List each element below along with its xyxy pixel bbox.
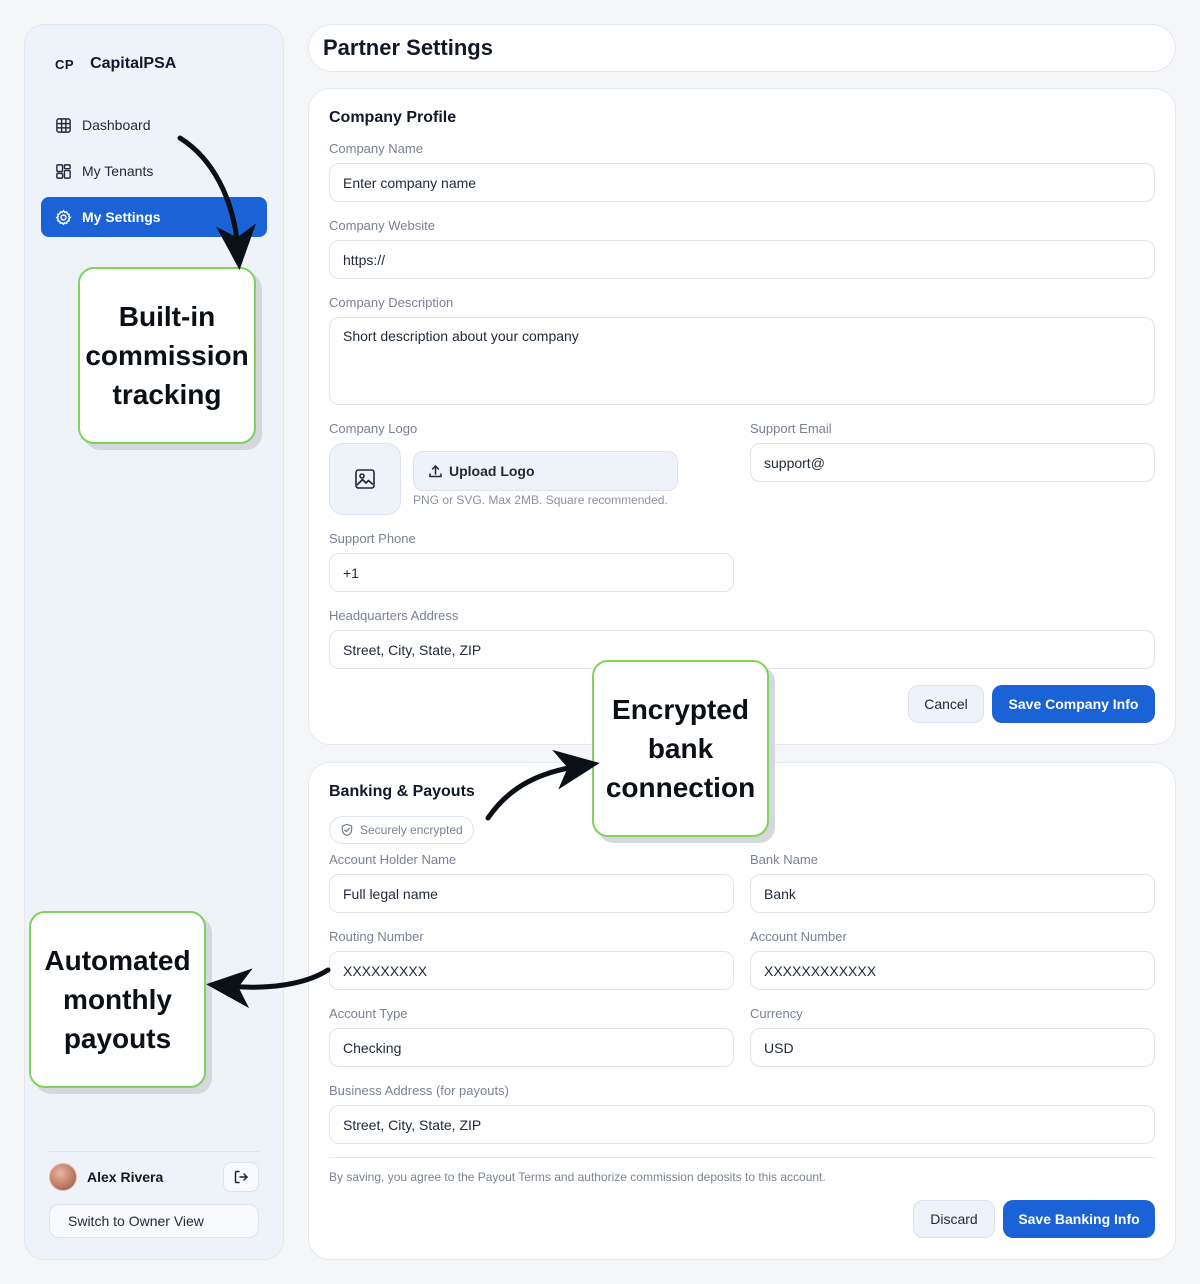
company-profile-card: Company Profile Company Name Enter compa… [308, 88, 1176, 745]
page-title: Partner Settings [323, 35, 493, 60]
sidebar-item-dashboard[interactable]: Dashboard [41, 105, 267, 145]
callout-commission-tracking: Built-in commission tracking [78, 267, 256, 444]
company-description-label: Company Description [329, 295, 454, 310]
company-description-textarea[interactable]: Short description about your company [329, 317, 1155, 405]
divider [49, 1151, 259, 1152]
save-company-button[interactable]: Save Company Info [992, 685, 1155, 723]
save-banking-button[interactable]: Save Banking Info [1003, 1200, 1155, 1238]
sidebar-nav: Dashboard My Tenants My Settings [41, 105, 267, 243]
routing-number-label: Routing Number [329, 929, 424, 944]
sidebar-footer: Alex Rivera Switch to Owner View [49, 1151, 259, 1238]
support-email-label: Support Email [750, 421, 832, 436]
discard-button[interactable]: Discard [913, 1200, 995, 1238]
avatar[interactable] [49, 1163, 77, 1191]
callout-line: payouts [63, 1023, 172, 1054]
company-name-label: Company Name [329, 141, 423, 156]
upload-icon [429, 464, 442, 477]
business-address-input[interactable]: Street, City, State, ZIP [329, 1105, 1155, 1144]
bank-name-input[interactable]: Bank [750, 874, 1155, 913]
hq-address-label: Headquarters Address [329, 608, 459, 623]
sidebar-item-tenants[interactable]: My Tenants [41, 151, 267, 191]
bank-name-label: Bank Name [750, 852, 818, 867]
cancel-button[interactable]: Cancel [908, 685, 984, 723]
callout-line: bank [647, 733, 714, 764]
encrypted-badge: Securely encrypted [329, 816, 474, 844]
logo-preview[interactable] [329, 443, 401, 515]
routing-number-input[interactable]: XXXXXXXXX [329, 951, 734, 990]
callout-line: commission [85, 340, 249, 371]
support-email-input[interactable]: support@ [750, 443, 1155, 482]
business-address-label: Business Address (for payouts) [329, 1083, 509, 1098]
company-website-label: Company Website [329, 218, 435, 233]
upload-logo-button[interactable]: Upload Logo [413, 451, 678, 491]
upload-hint: PNG or SVG. Max 2MB. Square recommended. [413, 493, 668, 507]
company-website-input[interactable]: https:// [329, 240, 1155, 279]
callout-automated-payouts: Automated monthly payouts [29, 911, 206, 1088]
image-icon [355, 469, 375, 489]
account-type-label: Account Type [329, 1006, 408, 1021]
divider [329, 1157, 1155, 1158]
callout-line: monthly [63, 984, 172, 1015]
brand-mark: CP [55, 56, 75, 72]
account-number-input[interactable]: XXXXXXXXXXXX [750, 951, 1155, 990]
sidebar-item-label: My Tenants [82, 163, 154, 179]
encrypted-badge-label: Securely encrypted [360, 823, 463, 837]
callout-line: tracking [112, 379, 222, 410]
account-number-label: Account Number [750, 929, 847, 944]
account-holder-input[interactable]: Full legal name [329, 874, 734, 913]
page-header: Partner Settings [308, 24, 1176, 72]
logout-icon [234, 1170, 248, 1184]
gear-icon [55, 209, 72, 225]
brand-name: CapitalPSA [90, 55, 177, 72]
support-phone-input[interactable]: +1 [329, 553, 734, 592]
user-name: Alex Rivera [87, 1169, 164, 1185]
company-name-input[interactable]: Enter company name [329, 163, 1155, 202]
support-phone-label: Support Phone [329, 531, 416, 546]
shield-check-icon [341, 823, 353, 837]
account-type-select[interactable]: Checking [329, 1028, 734, 1067]
payout-terms-text: By saving, you agree to the Payout Terms… [329, 1170, 826, 1184]
callout-line: connection [605, 772, 756, 803]
sidebar-item-settings[interactable]: My Settings [41, 197, 267, 237]
currency-label: Currency [750, 1006, 803, 1021]
banking-title: Banking & Payouts [329, 783, 475, 800]
sidebar-item-label: Dashboard [82, 117, 151, 133]
company-profile-title: Company Profile [329, 109, 457, 126]
callout-encrypted-bank: Encrypted bank connection [592, 660, 769, 837]
brand[interactable]: CP CapitalPSA [55, 55, 176, 73]
callout-line: Automated [44, 945, 191, 976]
grid-icon [56, 117, 71, 133]
upload-logo-label: Upload Logo [449, 463, 535, 479]
currency-select[interactable]: USD [750, 1028, 1155, 1067]
account-holder-label: Account Holder Name [329, 852, 457, 867]
callout-line: Built-in [118, 301, 216, 332]
company-logo-label: Company Logo [329, 421, 418, 436]
sidebar-item-label: My Settings [82, 209, 161, 225]
switch-to-owner-button[interactable]: Switch to Owner View [49, 1204, 259, 1238]
tenants-icon [56, 163, 71, 179]
logout-button[interactable] [223, 1162, 259, 1192]
callout-line: Encrypted [612, 694, 749, 725]
user-row: Alex Rivera [49, 1162, 259, 1192]
